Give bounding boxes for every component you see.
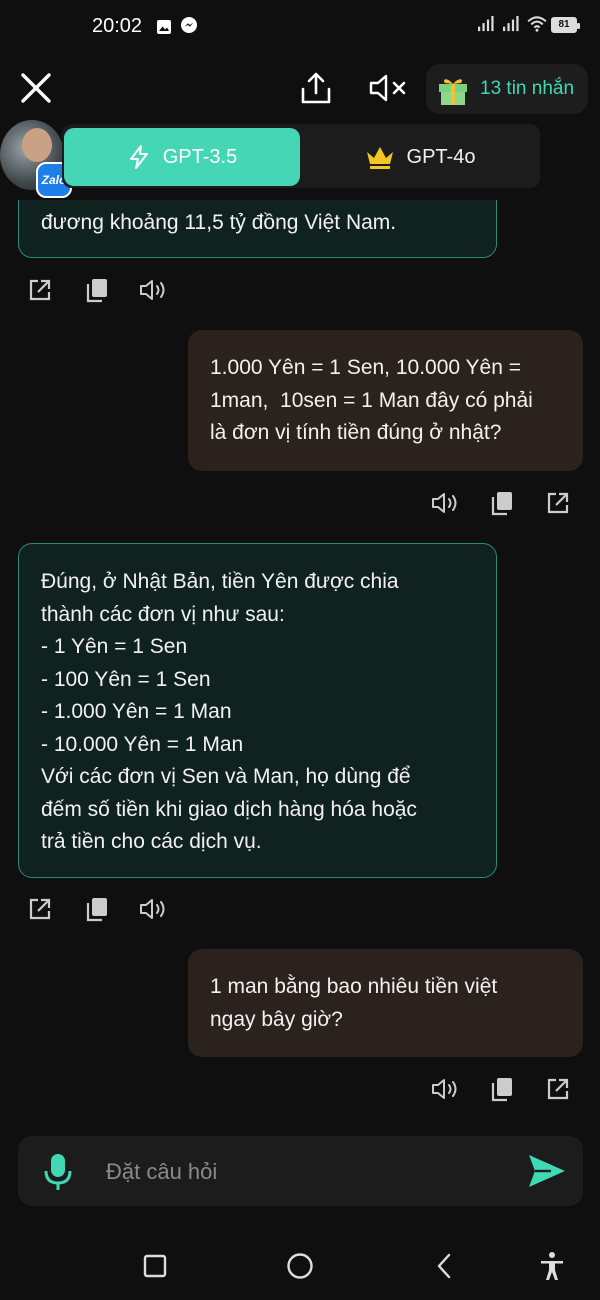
message-line: - 100 Yên = 1 Sen [41,667,211,691]
close-icon [21,73,51,103]
gift-icon [439,79,467,105]
share-icon [301,72,331,104]
messages-left-label: 13 tin nhắn [480,78,575,99]
mic-icon [44,1154,72,1190]
open-external-icon [29,279,51,301]
question-input[interactable] [106,1156,506,1188]
message-line: - 1.000 Yên = 1 Man [41,700,232,723]
battery-icon: 81 [551,17,580,33]
copy-button[interactable] [81,274,113,306]
copy-button[interactable] [486,1073,518,1105]
status-time: 20:02 [92,15,143,37]
speaker-icon [140,899,165,919]
copy-icon [491,492,512,516]
copy-icon [86,279,107,303]
open-external-button[interactable] [24,893,56,925]
open-external-button[interactable] [542,487,574,519]
message-line: là đơn vị tính tiền đúng ở nhật? [210,421,502,444]
messenger-icon [181,17,197,33]
bot-message[interactable]: đương khoảng 11,5 tỷ đồng Việt Nam. [18,200,497,258]
lightning-icon [129,145,148,169]
message-line: 1.000 Yên = 1 Sen, 10.000 Yên = [210,356,522,379]
send-icon [529,1155,565,1187]
mic-button[interactable] [36,1150,80,1194]
message-line: Đúng, ở Nhật Bản, tiền Yên được chia [41,570,399,593]
tab-gpt-4o[interactable]: GPT-4o [302,128,538,186]
user-message-actions [430,487,574,519]
accessibility-button[interactable] [529,1243,575,1289]
send-button[interactable] [524,1149,570,1193]
message-line: đương khoảng 11,5 tỷ đồng Việt Nam. [41,211,397,234]
open-external-icon [547,492,569,514]
message-line: - 10.000 Yên = 1 Man [41,732,244,756]
message-line: 1 man bằng bao nhiêu tiền việt [210,975,498,998]
message-line: trả tiền cho các dịch vụ. [41,830,262,853]
chat-messages[interactable]: đương khoảng 11,5 tỷ đồng Việt Nam. 1.00… [0,200,600,1120]
signal-icon [478,16,494,32]
open-external-icon [547,1078,569,1100]
message-line: thành các đơn vị như sau: [41,602,285,626]
composer [18,1136,583,1206]
bot-message[interactable]: Đúng, ở Nhật Bản, tiền Yên được chia thà… [18,543,497,878]
wifi-icon [527,16,547,32]
mute-icon [369,74,406,102]
tab-gpt-3-5[interactable]: GPT-3.5 [64,128,300,186]
open-external-button[interactable] [542,1073,574,1105]
message-line: ngay bây giờ? [210,1007,343,1031]
bot-message-actions [24,274,170,306]
open-external-button[interactable] [24,274,56,306]
recents-icon [143,1254,167,1278]
status-bar: 20:02 81 [0,0,600,52]
back-icon [437,1253,451,1279]
copy-button[interactable] [81,893,113,925]
speaker-button[interactable] [430,487,462,519]
home-button[interactable] [277,1243,323,1289]
model-switch: GPT-3.5 GPT-4o [62,124,540,188]
speaker-icon [432,1079,457,1099]
message-line: 1man, 10sen = 1 Man đây có phải [210,388,533,412]
image-icon [157,20,171,34]
mute-button[interactable] [366,66,410,110]
crown-icon [366,147,393,169]
copy-button[interactable] [486,487,518,519]
tab-gpt-4o-label: GPT-4o [406,145,476,168]
share-button[interactable] [294,66,338,110]
tab-gpt-3-5-label: GPT-3.5 [162,145,238,168]
user-message[interactable]: 1.000 Yên = 1 Sen, 10.000 Yên = 1man, 10… [188,330,583,471]
recents-button[interactable] [132,1243,178,1289]
message-line: Với các đơn vị Sen và Man, họ dùng để [41,765,411,788]
navigation-bar [0,1230,600,1300]
copy-icon [86,898,107,922]
user-message[interactable]: 1 man bằng bao nhiêu tiền việt ngay bây … [188,949,583,1057]
message-line: - 1 Yên = 1 Sen [41,635,188,658]
speaker-button[interactable] [138,893,170,925]
back-button[interactable] [421,1243,467,1289]
close-button[interactable] [14,66,58,110]
avatar-face [22,128,52,162]
messages-quota-pill[interactable]: 13 tin nhắn [426,64,588,114]
bot-message-actions [24,893,170,925]
user-message-actions [430,1073,574,1105]
speaker-icon [432,493,457,513]
copy-icon [491,1078,512,1102]
signal-icon [503,16,519,32]
open-external-icon [29,898,51,920]
message-line: đếm số tiền khi giao dịch hàng hóa hoặc [41,797,417,821]
accessibility-icon [541,1252,563,1280]
speaker-icon [140,280,165,300]
home-icon [287,1253,313,1279]
speaker-button[interactable] [430,1073,462,1105]
speaker-button[interactable] [138,274,170,306]
